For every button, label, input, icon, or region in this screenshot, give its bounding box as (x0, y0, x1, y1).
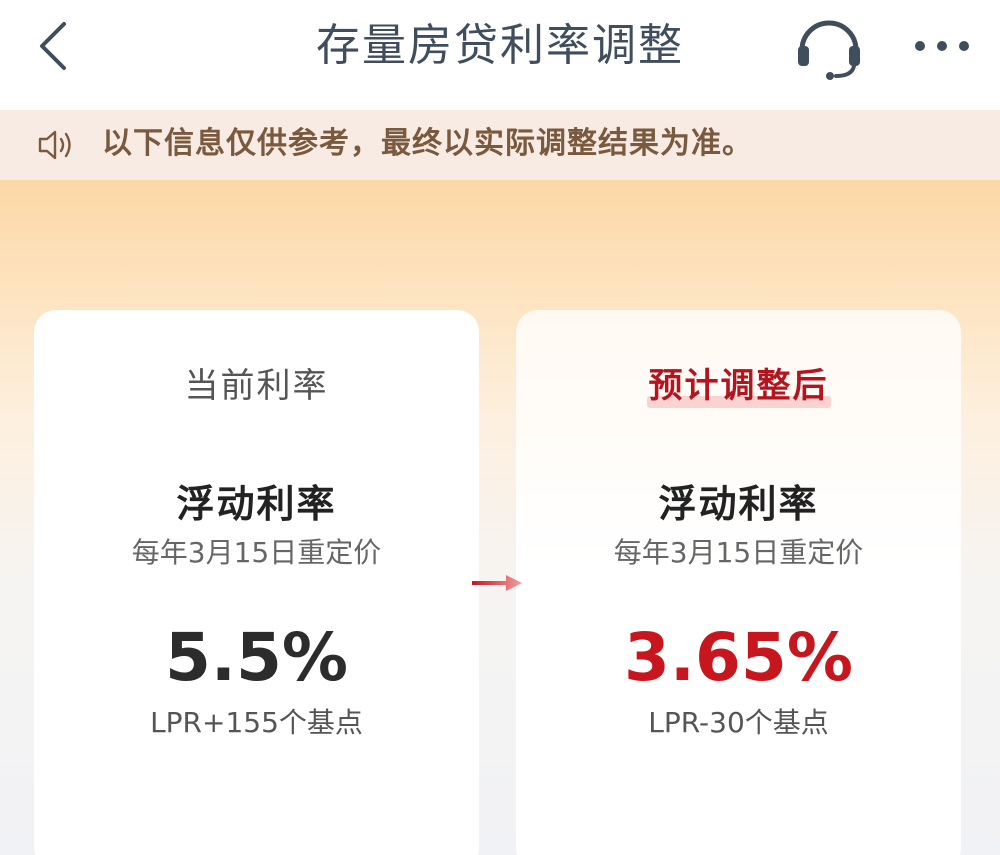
current-rate-type: 浮动利率 (176, 482, 337, 526)
arrow-right-icon (472, 575, 522, 591)
top-nav-bar: 存量房贷利率调整 (0, 0, 1000, 110)
notice-text: 以下信息仅供参考，最终以实际调整结果为准。 (102, 126, 753, 161)
transition-arrow (470, 572, 526, 594)
customer-service-button[interactable] (790, 12, 868, 82)
current-rate-spread: LPR+155个基点 (150, 706, 363, 739)
notice-bar: 以下信息仅供参考，最终以实际调整结果为准。 (0, 110, 1000, 180)
more-dots-icon (915, 41, 969, 51)
current-rate-card: 当前利率 浮动利率 每年3月15日重定价 5.5% LPR+155个基点 (34, 310, 479, 855)
current-reset-note: 每年3月15日重定价 (131, 536, 382, 569)
notice-speaker (36, 127, 80, 163)
adjusted-rate-card: 预计调整后 浮动利率 每年3月15日重定价 3.65% LPR-30个基点 (516, 310, 961, 855)
more-options-button[interactable] (905, 24, 980, 69)
adjusted-rate-value: 3.65% (624, 619, 853, 696)
speaker-icon (38, 130, 71, 160)
current-rate-heading: 当前利率 (184, 366, 329, 406)
rate-adjustment-page: 存量房贷利率调整 以下信息仅供参考，最终以实际调整结果为准。 当前利率 浮动利率… (0, 0, 1000, 855)
current-rate-value: 5.5% (164, 619, 349, 696)
headset-icon (798, 20, 860, 80)
adjusted-rate-heading: 预计调整后 (648, 366, 829, 406)
adjusted-rate-spread: LPR-30个基点 (648, 706, 829, 739)
adjusted-rate-type: 浮动利率 (658, 482, 819, 526)
adjusted-reset-note: 每年3月15日重定价 (613, 536, 864, 569)
